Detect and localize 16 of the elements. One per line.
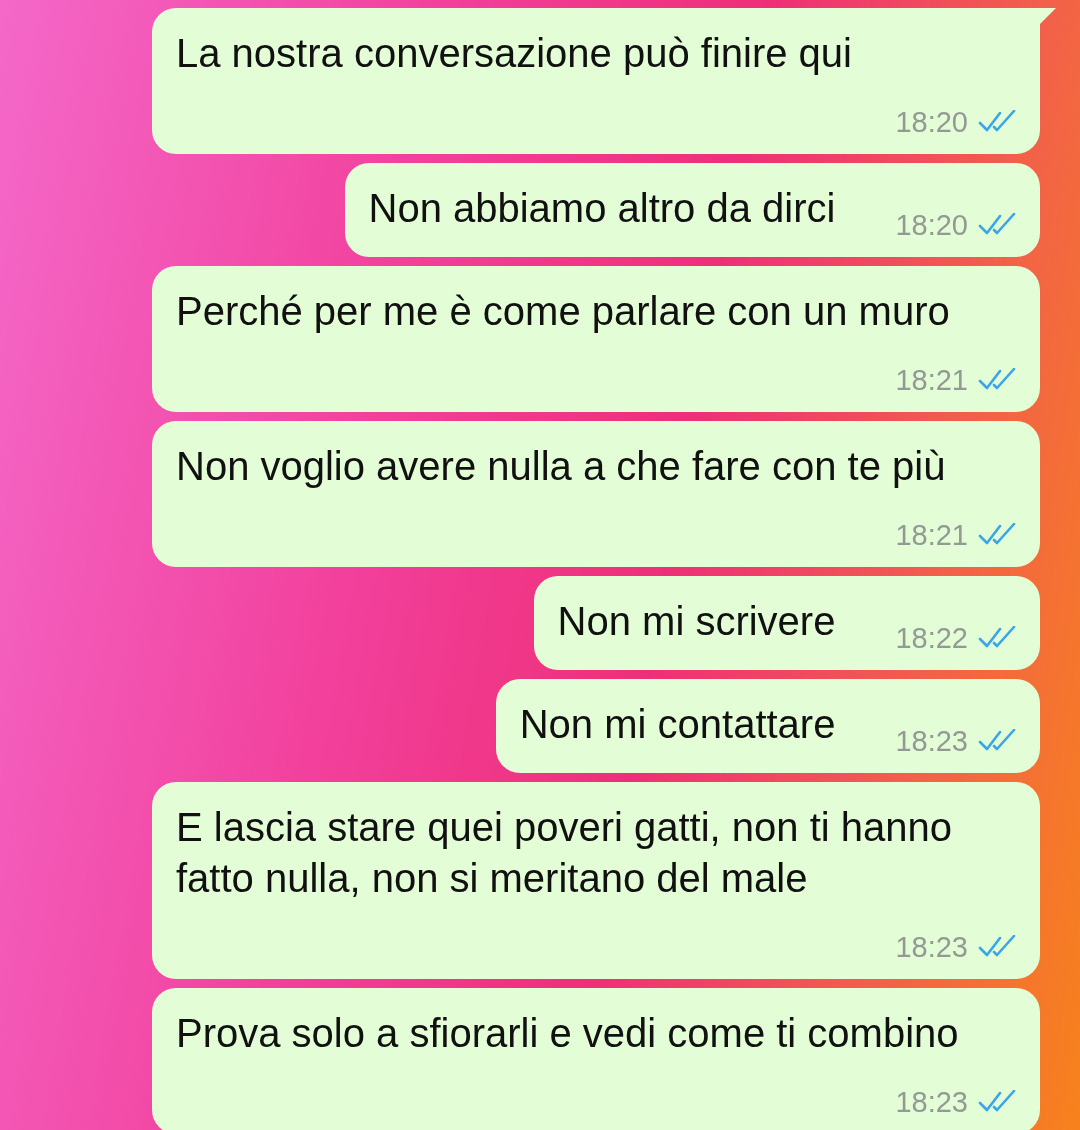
message-text: La nostra conversazione può finire qui [176,30,852,77]
message-time: 18:22 [895,621,968,655]
message-text: E lascia stare quei poveri gatti, non ti hanno fatto nulla, non si meritano del male [176,804,954,902]
message-text: Non mi scrivere [557,598,836,645]
message-time: 18:21 [895,518,968,552]
message-text: Non abbiamo altro da dirci [368,185,836,232]
message-time: 18:23 [895,1085,968,1119]
message-time: 18:23 [895,930,968,964]
message-time: 18:23 [895,724,968,758]
message-time: 18:20 [895,208,968,242]
message-time: 18:20 [895,105,968,139]
message-time: 18:21 [895,363,968,397]
message-text: Non voglio avere nulla a che fare con te più [176,443,946,490]
message-text: Prova solo a sfiorarli e vedi come ti combino [176,1010,959,1057]
message-text: Non mi contattare [519,701,836,748]
message-text: Perché per me è come parlare con un muro [176,288,950,335]
